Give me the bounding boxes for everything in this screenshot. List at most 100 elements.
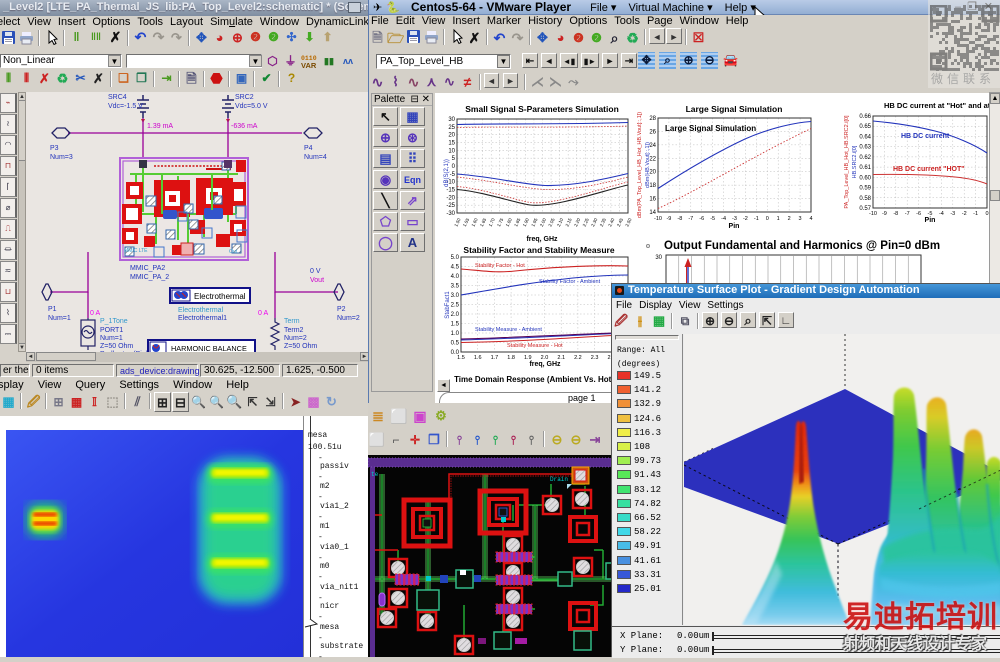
svg-text:2.2: 2.2 xyxy=(574,355,582,361)
svg-text:2.30: 2.30 xyxy=(590,217,598,228)
svg-text:1.39 mA: 1.39 mA xyxy=(147,123,173,130)
svg-text:3.5: 3.5 xyxy=(451,284,460,290)
svg-text:2.05: 2.05 xyxy=(547,217,555,228)
svg-text:-6: -6 xyxy=(916,211,921,217)
svg-text:1.65: 1.65 xyxy=(479,217,487,228)
svg-text:Term2: Term2 xyxy=(284,327,304,334)
svg-text:dB(S(2,1)): dB(S(2,1)) xyxy=(444,159,450,187)
svg-text:0.61: 0.61 xyxy=(859,165,871,171)
svg-text:10: 10 xyxy=(448,148,455,154)
svg-text:-7: -7 xyxy=(688,216,693,222)
svg-text:-2: -2 xyxy=(962,211,967,217)
svg-text:2.5: 2.5 xyxy=(451,303,460,309)
svg-text:2.0: 2.0 xyxy=(451,312,460,318)
svg-text:Stability Measure - Hot: Stability Measure - Hot xyxy=(507,343,563,349)
svg-text:Pin: Pin xyxy=(925,217,936,224)
svg-text:Num=4: Num=4 xyxy=(304,154,327,161)
svg-text:freq, GHz: freq, GHz xyxy=(529,361,561,368)
svg-text:0.58: 0.58 xyxy=(859,196,871,202)
svg-text:2.40: 2.40 xyxy=(607,217,615,228)
svg-text:HARMONIC BALANCE: HARMONIC BALANCE xyxy=(171,344,247,352)
svg-text:PA_Top_Level_HB_Hot_HB.SRC2.i[: PA_Top_Level_HB_Hot_HB.SRC2.i[0] xyxy=(844,115,850,209)
svg-text:-20: -20 xyxy=(446,195,455,201)
svg-text:2.10: 2.10 xyxy=(556,217,564,228)
svg-text:Time Domain Response (Ambient: Time Domain Response (Ambient Vs. Hot) xyxy=(454,375,614,384)
svg-text:Electrothermal: Electrothermal xyxy=(178,307,224,314)
svg-text:P_1Tone: P_1Tone xyxy=(100,318,128,325)
svg-text:HB.SRC2.i[0]: HB.SRC2.i[0] xyxy=(852,145,858,178)
svg-text:1.70: 1.70 xyxy=(488,217,496,228)
svg-text:0.63: 0.63 xyxy=(859,145,871,151)
svg-text:1.60: 1.60 xyxy=(470,217,478,228)
svg-text:Pin: Pin xyxy=(729,223,740,230)
svg-text:28: 28 xyxy=(649,116,656,122)
svg-text:1.5: 1.5 xyxy=(457,355,465,361)
svg-text:HB DC current: HB DC current xyxy=(901,133,950,140)
svg-text:Z=50 Ohm: Z=50 Ohm xyxy=(284,343,317,350)
svg-text:2.45: 2.45 xyxy=(616,217,624,228)
svg-text:Stability Factor and Stability: Stability Factor and Stability Measure xyxy=(463,245,614,255)
svg-text:2: 2 xyxy=(788,216,791,222)
svg-text:Num=3: Num=3 xyxy=(50,154,73,161)
svg-text:3.0: 3.0 xyxy=(451,293,460,299)
svg-text:1.6: 1.6 xyxy=(474,355,482,361)
svg-text:Num=2: Num=2 xyxy=(337,315,360,322)
svg-text:30: 30 xyxy=(655,255,662,261)
svg-text:30: 30 xyxy=(448,117,455,123)
svg-text:-3: -3 xyxy=(732,216,737,222)
svg-text:Vdc=-1.5 V: Vdc=-1.5 V xyxy=(108,103,143,110)
svg-text:2.35: 2.35 xyxy=(599,217,607,228)
svg-text:0 A: 0 A xyxy=(258,310,268,317)
svg-text:1: 1 xyxy=(777,216,780,222)
svg-text:Term: Term xyxy=(284,318,300,325)
svg-text:0.62: 0.62 xyxy=(859,155,871,161)
svg-text:freq, GHz: freq, GHz xyxy=(526,236,558,243)
svg-text:1.7: 1.7 xyxy=(491,355,499,361)
svg-text:MMIC_PA2: MMIC_PA2 xyxy=(130,265,165,272)
svg-text:-2: -2 xyxy=(743,216,748,222)
svg-text:1.75: 1.75 xyxy=(496,217,504,228)
svg-text:P4: P4 xyxy=(304,145,313,152)
svg-text:1.0: 1.0 xyxy=(451,331,460,337)
svg-text:2.20: 2.20 xyxy=(573,217,581,228)
svg-text:dBm(PA_Top_Level_HB_Hot_HB.Vou: dBm(PA_Top_Level_HB_Hot_HB.Vout[::,1]) xyxy=(637,112,643,218)
svg-text:2.00: 2.00 xyxy=(539,217,547,228)
svg-text:Num=1: Num=1 xyxy=(100,335,123,342)
svg-text:0.66: 0.66 xyxy=(859,114,871,120)
svg-text:20: 20 xyxy=(448,133,455,139)
svg-text:15: 15 xyxy=(448,141,455,147)
svg-text:P3: P3 xyxy=(50,145,59,152)
svg-text:Vout: Vout xyxy=(310,277,324,284)
svg-text:25: 25 xyxy=(448,125,455,131)
svg-text:Output Fundamental and Harmoni: Output Fundamental and Harmonics @ Pin=0… xyxy=(664,240,940,252)
svg-text:0.64: 0.64 xyxy=(859,134,871,140)
svg-text:Z=50 Ohm: Z=50 Ohm xyxy=(100,343,133,350)
svg-text:-4: -4 xyxy=(721,216,726,222)
svg-text:0.59: 0.59 xyxy=(859,186,871,192)
svg-text:-9: -9 xyxy=(666,216,671,222)
svg-text:-5: -5 xyxy=(710,216,715,222)
svg-text:26: 26 xyxy=(649,129,656,135)
svg-text:Out: Out xyxy=(229,249,238,255)
svg-text:dBm(HB.Vout[::,1]): dBm(HB.Vout[::,1]) xyxy=(645,142,651,188)
svg-text:HB DC current at "Hot" and at: HB DC current at "Hot" and at "25 de xyxy=(884,101,989,110)
svg-text:VAR: VAR xyxy=(301,61,317,70)
svg-text:2.15: 2.15 xyxy=(565,217,573,228)
svg-text:Small Signal S-Parameters Simu: Small Signal S-Parameters Simulation xyxy=(465,104,619,114)
svg-text:0.60: 0.60 xyxy=(859,175,871,181)
svg-text:Large Signal Simulation: Large Signal Simulation xyxy=(665,124,756,133)
svg-text:4: 4 xyxy=(809,216,812,222)
svg-text:1.5: 1.5 xyxy=(451,322,460,328)
svg-text:-25: -25 xyxy=(446,203,455,209)
svg-text:-1: -1 xyxy=(973,211,978,217)
svg-text:0 A: 0 A xyxy=(90,310,100,317)
svg-text:1.55: 1.55 xyxy=(462,217,470,228)
svg-text:Stability Factor - Ambient: Stability Factor - Ambient xyxy=(539,279,601,285)
svg-text:1.95: 1.95 xyxy=(530,217,538,228)
svg-text:16: 16 xyxy=(649,197,656,203)
svg-text:Stability Factor - Hot: Stability Factor - Hot xyxy=(475,263,525,269)
svg-text:4.5: 4.5 xyxy=(451,265,460,271)
svg-text:2.25: 2.25 xyxy=(582,217,590,228)
svg-text:1.80: 1.80 xyxy=(505,217,513,228)
svg-text:te: te xyxy=(371,471,379,478)
